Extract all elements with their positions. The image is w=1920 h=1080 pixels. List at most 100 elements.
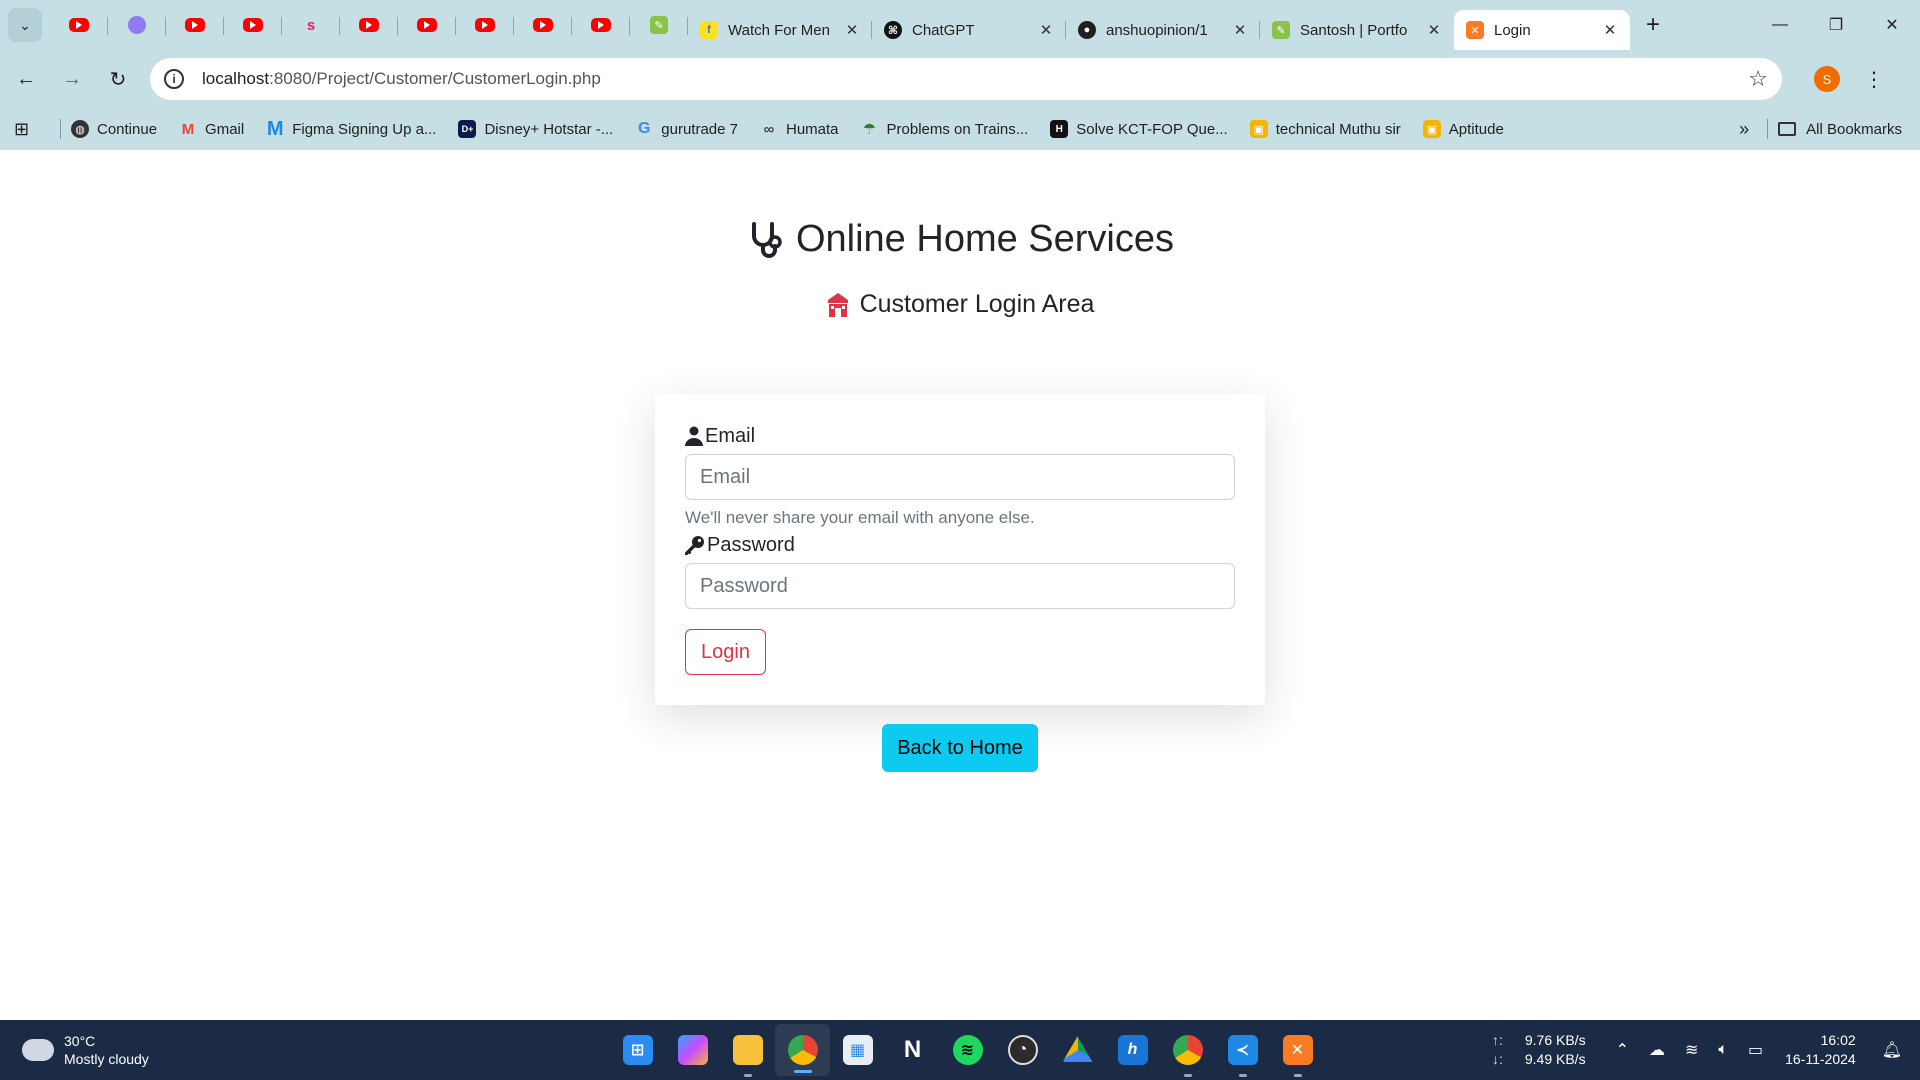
taskbar-chrome-profile[interactable]: [1160, 1020, 1215, 1080]
taskbar-copilot[interactable]: [665, 1020, 720, 1080]
folder-icon: [732, 1035, 763, 1065]
close-window-icon[interactable]: ✕: [1864, 0, 1920, 50]
pinned-tab-s[interactable]: s: [282, 0, 340, 50]
tab-title: Santosh | Portfo: [1300, 21, 1408, 39]
minimize-icon[interactable]: —: [1752, 0, 1808, 50]
tab-watch-for-men[interactable]: f Watch For Men ✕: [688, 10, 872, 50]
copilot-icon: [677, 1035, 708, 1065]
taskbar-start[interactable]: ⊞: [610, 1020, 665, 1080]
bookmark-label: Solve KCT-FOP Que...: [1076, 120, 1228, 138]
h-app-icon: h: [1117, 1035, 1148, 1065]
taskbar-notion[interactable]: N: [885, 1020, 940, 1080]
bookmark-label: Problems on Trains...: [886, 120, 1029, 138]
bookmark-humata[interactable]: ∞ Humata: [760, 120, 839, 138]
pinned-tab-youtube[interactable]: [456, 0, 514, 50]
temperature-text: 30°C: [64, 1033, 96, 1049]
tab-github[interactable]: ● anshuopinion/1 ✕: [1066, 10, 1260, 50]
pinned-tab-youtube[interactable]: [166, 0, 224, 50]
window-controls: — ❐ ✕: [1752, 0, 1920, 50]
all-bookmarks[interactable]: All Bookmarks: [1778, 121, 1902, 138]
notification-bell-icon[interactable]: 🔔︎: [1882, 1040, 1902, 1060]
bookmark-aptitude[interactable]: ▣ Aptitude: [1422, 120, 1504, 138]
onedrive-cloud-icon[interactable]: ☁: [1649, 1040, 1665, 1060]
tab-login-active[interactable]: ✕ Login ✕: [1454, 10, 1630, 50]
gmail-icon: M: [181, 120, 195, 138]
bookmark-divider: [1767, 119, 1769, 139]
login-area-title: Customer Login Area: [859, 290, 1095, 318]
reload-icon[interactable]: ↻: [98, 59, 138, 99]
bookmark-continue[interactable]: ◍ Continue: [71, 120, 157, 138]
key-icon: [685, 536, 704, 555]
bookmark-gmail[interactable]: M Gmail: [179, 120, 244, 138]
address-bar[interactable]: i localhost:8080/Project/Customer/Custom…: [150, 58, 1782, 100]
bookmark-kct-fop[interactable]: H Solve KCT-FOP Que...: [1050, 120, 1228, 138]
taskbar-drive[interactable]: [1050, 1020, 1105, 1080]
bookmark-technical-muthu[interactable]: ▣ technical Muthu sir: [1249, 120, 1401, 138]
pinned-tab-youtube[interactable]: [50, 0, 108, 50]
portfolio-icon: ✎: [650, 16, 668, 34]
pinned-tab-youtube[interactable]: [340, 0, 398, 50]
close-icon[interactable]: ✕: [844, 21, 860, 39]
close-icon[interactable]: ✕: [1426, 21, 1442, 39]
bookmark-problems-trains[interactable]: ☂ Problems on Trains...: [861, 120, 1029, 139]
site-info-icon[interactable]: i: [164, 69, 184, 89]
wifi-icon[interactable]: ≋: [1685, 1040, 1698, 1060]
close-icon[interactable]: ✕: [1038, 21, 1054, 39]
close-icon[interactable]: ✕: [1602, 21, 1618, 39]
pinned-tab-youtube[interactable]: [398, 0, 456, 50]
tab-search-button[interactable]: ⌄: [8, 8, 42, 42]
chevron-up-icon[interactable]: ⌃: [1616, 1040, 1629, 1060]
hotstar-icon: D+: [458, 120, 477, 138]
upload-speed: 9.76 KB/s: [1524, 1032, 1586, 1048]
bookmark-star-icon[interactable]: ☆: [1748, 66, 1768, 92]
taskbar-xampp[interactable]: ✕: [1270, 1020, 1325, 1080]
taskbar-chrome[interactable]: [775, 1024, 830, 1076]
youtube-icon: [417, 18, 437, 32]
weather-widget[interactable]: 30°C Mostly cloudy: [22, 1031, 149, 1068]
apps-grid-icon[interactable]: ⊞: [14, 119, 50, 140]
tab-chatgpt[interactable]: ⌘ ChatGPT ✕: [872, 10, 1066, 50]
password-input[interactable]: [685, 563, 1235, 609]
restore-icon[interactable]: ❐: [1808, 0, 1864, 50]
taskbar-h-app[interactable]: h: [1105, 1020, 1160, 1080]
pinned-tab-purple[interactable]: [108, 0, 166, 50]
volume-icon[interactable]: 🔈︎: [1718, 1041, 1728, 1059]
taskbar-file-explorer[interactable]: [720, 1020, 775, 1080]
github-icon: ●: [1078, 21, 1096, 39]
taskbar-store[interactable]: ▦: [830, 1020, 885, 1080]
profile-avatar[interactable]: S: [1814, 66, 1840, 92]
clock[interactable]: 16:02 16-11-2024: [1785, 1031, 1856, 1069]
clock-date: 16-11-2024: [1785, 1051, 1856, 1067]
taskbar-spotify[interactable]: ≋: [940, 1020, 995, 1080]
close-icon[interactable]: ✕: [1232, 21, 1248, 39]
tab-santosh-portfolio[interactable]: ✎ Santosh | Portfo ✕: [1260, 10, 1454, 50]
google-drive-icon: [1062, 1036, 1093, 1062]
login-card: Email We'll never share your email with …: [655, 394, 1265, 705]
bookmark-figma[interactable]: M Figma Signing Up a...: [266, 118, 437, 140]
login-button[interactable]: Login: [685, 629, 766, 675]
bookmark-gurutrade[interactable]: Ggurutrade 7: [635, 120, 738, 138]
windows-start-icon: ⊞: [622, 1035, 653, 1065]
spotify-icon: ≋: [952, 1035, 983, 1065]
pinned-tab-youtube[interactable]: [514, 0, 572, 50]
pinned-tab-portfolio[interactable]: ✎: [630, 0, 688, 50]
classroom-icon: ▣: [1422, 120, 1441, 138]
back-arrow-icon[interactable]: ←: [6, 59, 46, 99]
battery-icon[interactable]: ▭: [1748, 1040, 1763, 1060]
youtube-icon: [533, 18, 553, 32]
pinned-tab-youtube[interactable]: [224, 0, 282, 50]
taskbar-vscode[interactable]: ≺: [1215, 1020, 1270, 1080]
back-to-home-button[interactable]: Back to Home: [882, 724, 1038, 772]
forward-arrow-icon[interactable]: →: [52, 59, 92, 99]
portfolio-icon: ✎: [1272, 21, 1290, 39]
menu-kebab-icon[interactable]: ⋮: [1864, 67, 1884, 92]
bookmark-hotstar[interactable]: D+ Disney+ Hotstar -...: [458, 120, 613, 138]
stethoscope-icon: [751, 221, 782, 258]
new-tab-button[interactable]: +: [1636, 8, 1670, 42]
url-text[interactable]: localhost:8080/Project/Customer/Customer…: [202, 69, 1748, 89]
email-input[interactable]: [685, 454, 1235, 500]
pinned-tab-youtube[interactable]: [572, 0, 630, 50]
taskbar-obs[interactable]: ◔: [995, 1020, 1050, 1080]
folder-icon: [1778, 122, 1797, 136]
bookmarks-overflow-icon[interactable]: »: [1739, 119, 1749, 140]
